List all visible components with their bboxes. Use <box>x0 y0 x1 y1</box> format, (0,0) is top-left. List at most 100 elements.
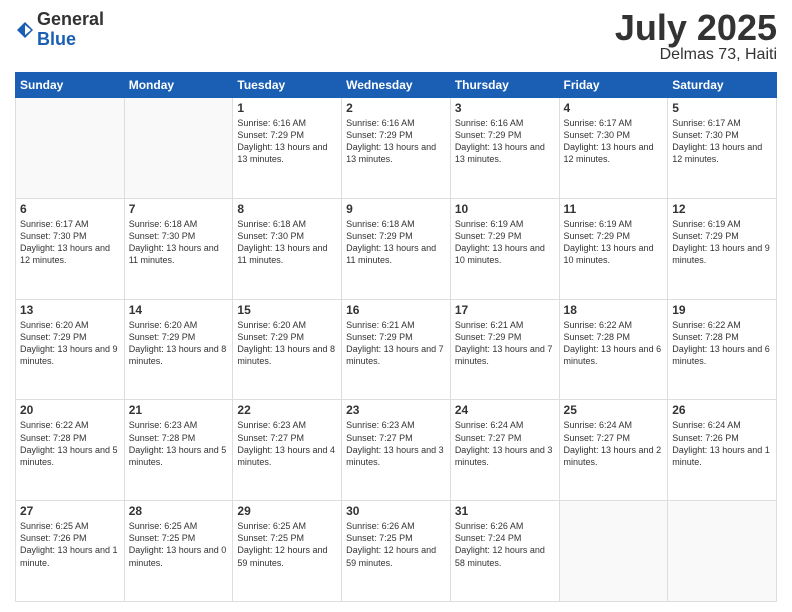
day-info: Sunrise: 6:25 AM Sunset: 7:26 PM Dayligh… <box>20 520 120 569</box>
table-row <box>16 98 125 199</box>
calendar-week-row: 1 Sunrise: 6:16 AM Sunset: 7:29 PM Daylig… <box>16 98 777 199</box>
table-row: 9Sunrise: 6:18 AM Sunset: 7:29 PM Daylig… <box>342 198 451 299</box>
day-info: Sunrise: 6:23 AM Sunset: 7:27 PM Dayligh… <box>346 419 446 468</box>
table-row: 14 Sunrise: 6:20 AM Sunset: 7:29 PM Dayli… <box>124 299 233 400</box>
col-wednesday: Wednesday <box>342 73 451 98</box>
table-row: 1 Sunrise: 6:16 AM Sunset: 7:29 PM Daylig… <box>233 98 342 199</box>
day-info: Sunrise: 6:18 AM Sunset: 7:30 PM Dayligh… <box>237 218 337 267</box>
table-row: 7 Sunrise: 6:18 AM Sunset: 7:30 PM Daylig… <box>124 198 233 299</box>
day-info: Sunrise: 6:20 AM Sunset: 7:29 PM Dayligh… <box>237 319 337 368</box>
col-sunday: Sunday <box>16 73 125 98</box>
day-number: 2 <box>346 101 446 115</box>
calendar-week-row: 20 Sunrise: 6:22 AM Sunset: 7:28 PM Dayli… <box>16 400 777 501</box>
table-row: 23 Sunrise: 6:23 AM Sunset: 7:27 PM Dayli… <box>342 400 451 501</box>
day-number: 26 <box>672 403 772 417</box>
day-number: 17 <box>455 303 555 317</box>
col-thursday: Thursday <box>450 73 559 98</box>
location-title: Delmas 73, Haiti <box>615 46 777 64</box>
day-info: Sunrise: 6:20 AM Sunset: 7:29 PM Dayligh… <box>20 319 120 368</box>
table-row: 31 Sunrise: 6:26 AM Sunset: 7:24 PM Dayli… <box>450 501 559 602</box>
day-info: Sunrise: 6:22 AM Sunset: 7:28 PM Dayligh… <box>20 419 120 468</box>
day-number: 25 <box>564 403 664 417</box>
day-number: 18 <box>564 303 664 317</box>
calendar-header-row: Sunday Monday Tuesday Wednesday Thursday… <box>16 73 777 98</box>
col-monday: Monday <box>124 73 233 98</box>
table-row: 20 Sunrise: 6:22 AM Sunset: 7:28 PM Dayli… <box>16 400 125 501</box>
day-number: 6 <box>20 202 120 216</box>
calendar-week-row: 13 Sunrise: 6:20 AM Sunset: 7:29 PM Dayli… <box>16 299 777 400</box>
day-number: 14 <box>129 303 229 317</box>
day-number: 19 <box>672 303 772 317</box>
table-row: 18 Sunrise: 6:22 AM Sunset: 7:28 PM Dayli… <box>559 299 668 400</box>
day-number: 1 <box>237 101 337 115</box>
table-row: 4Sunrise: 6:17 AM Sunset: 7:30 PM Daylig… <box>559 98 668 199</box>
day-info: Sunrise: 6:26 AM Sunset: 7:24 PM Dayligh… <box>455 520 555 569</box>
day-info: Sunrise: 6:17 AM Sunset: 7:30 PM Dayligh… <box>672 117 772 166</box>
day-info: Sunrise: 6:23 AM Sunset: 7:28 PM Dayligh… <box>129 419 229 468</box>
day-info: Sunrise: 6:19 AM Sunset: 7:29 PM Dayligh… <box>564 218 664 267</box>
day-info: Sunrise: 6:19 AM Sunset: 7:29 PM Dayligh… <box>672 218 772 267</box>
table-row: 26 Sunrise: 6:24 AM Sunset: 7:26 PM Dayli… <box>668 400 777 501</box>
header: General Blue July 2025 Delmas 73, Haiti <box>15 10 777 64</box>
table-row: 24Sunrise: 6:24 AM Sunset: 7:27 PM Dayli… <box>450 400 559 501</box>
day-info: Sunrise: 6:24 AM Sunset: 7:26 PM Dayligh… <box>672 419 772 468</box>
day-info: Sunrise: 6:23 AM Sunset: 7:27 PM Dayligh… <box>237 419 337 468</box>
day-number: 27 <box>20 504 120 518</box>
logo-icon <box>15 20 35 40</box>
table-row: 13 Sunrise: 6:20 AM Sunset: 7:29 PM Dayli… <box>16 299 125 400</box>
table-row: 28 Sunrise: 6:25 AM Sunset: 7:25 PM Dayli… <box>124 501 233 602</box>
day-number: 31 <box>455 504 555 518</box>
day-number: 23 <box>346 403 446 417</box>
day-info: Sunrise: 6:22 AM Sunset: 7:28 PM Dayligh… <box>672 319 772 368</box>
table-row: 2 Sunrise: 6:16 AM Sunset: 7:29 PM Daylig… <box>342 98 451 199</box>
col-saturday: Saturday <box>668 73 777 98</box>
day-info: Sunrise: 6:21 AM Sunset: 7:29 PM Dayligh… <box>346 319 446 368</box>
day-info: Sunrise: 6:22 AM Sunset: 7:28 PM Dayligh… <box>564 319 664 368</box>
day-number: 15 <box>237 303 337 317</box>
table-row: 3Sunrise: 6:16 AM Sunset: 7:29 PM Daylig… <box>450 98 559 199</box>
table-row: 15 Sunrise: 6:20 AM Sunset: 7:29 PM Dayli… <box>233 299 342 400</box>
table-row: 21 Sunrise: 6:23 AM Sunset: 7:28 PM Dayli… <box>124 400 233 501</box>
day-number: 13 <box>20 303 120 317</box>
day-number: 9 <box>346 202 446 216</box>
day-info: Sunrise: 6:18 AM Sunset: 7:30 PM Dayligh… <box>129 218 229 267</box>
calendar-table: Sunday Monday Tuesday Wednesday Thursday… <box>15 72 777 602</box>
day-number: 20 <box>20 403 120 417</box>
day-number: 22 <box>237 403 337 417</box>
day-number: 10 <box>455 202 555 216</box>
day-info: Sunrise: 6:25 AM Sunset: 7:25 PM Dayligh… <box>237 520 337 569</box>
table-row <box>124 98 233 199</box>
day-info: Sunrise: 6:20 AM Sunset: 7:29 PM Dayligh… <box>129 319 229 368</box>
day-info: Sunrise: 6:21 AM Sunset: 7:29 PM Dayligh… <box>455 319 555 368</box>
day-info: Sunrise: 6:25 AM Sunset: 7:25 PM Dayligh… <box>129 520 229 569</box>
logo-blue-text: Blue <box>37 30 104 50</box>
day-info: Sunrise: 6:17 AM Sunset: 7:30 PM Dayligh… <box>20 218 120 267</box>
day-info: Sunrise: 6:16 AM Sunset: 7:29 PM Dayligh… <box>237 117 337 166</box>
col-tuesday: Tuesday <box>233 73 342 98</box>
day-number: 8 <box>237 202 337 216</box>
day-number: 12 <box>672 202 772 216</box>
day-info: Sunrise: 6:16 AM Sunset: 7:29 PM Dayligh… <box>346 117 446 166</box>
day-number: 28 <box>129 504 229 518</box>
table-row <box>559 501 668 602</box>
table-row: 12 Sunrise: 6:19 AM Sunset: 7:29 PM Dayli… <box>668 198 777 299</box>
table-row: 8 Sunrise: 6:18 AM Sunset: 7:30 PM Daylig… <box>233 198 342 299</box>
table-row: 19 Sunrise: 6:22 AM Sunset: 7:28 PM Dayli… <box>668 299 777 400</box>
day-number: 16 <box>346 303 446 317</box>
logo-general-text: General <box>37 10 104 30</box>
table-row: 27 Sunrise: 6:25 AM Sunset: 7:26 PM Dayli… <box>16 501 125 602</box>
table-row: 11Sunrise: 6:19 AM Sunset: 7:29 PM Dayli… <box>559 198 668 299</box>
table-row: 29 Sunrise: 6:25 AM Sunset: 7:25 PM Dayli… <box>233 501 342 602</box>
day-info: Sunrise: 6:24 AM Sunset: 7:27 PM Dayligh… <box>564 419 664 468</box>
day-number: 29 <box>237 504 337 518</box>
day-info: Sunrise: 6:17 AM Sunset: 7:30 PM Dayligh… <box>564 117 664 166</box>
col-friday: Friday <box>559 73 668 98</box>
calendar-week-row: 6 Sunrise: 6:17 AM Sunset: 7:30 PM Daylig… <box>16 198 777 299</box>
day-info: Sunrise: 6:26 AM Sunset: 7:25 PM Dayligh… <box>346 520 446 569</box>
day-number: 7 <box>129 202 229 216</box>
day-number: 3 <box>455 101 555 115</box>
table-row: 16 Sunrise: 6:21 AM Sunset: 7:29 PM Dayli… <box>342 299 451 400</box>
day-number: 30 <box>346 504 446 518</box>
day-number: 21 <box>129 403 229 417</box>
calendar-week-row: 27 Sunrise: 6:25 AM Sunset: 7:26 PM Dayli… <box>16 501 777 602</box>
